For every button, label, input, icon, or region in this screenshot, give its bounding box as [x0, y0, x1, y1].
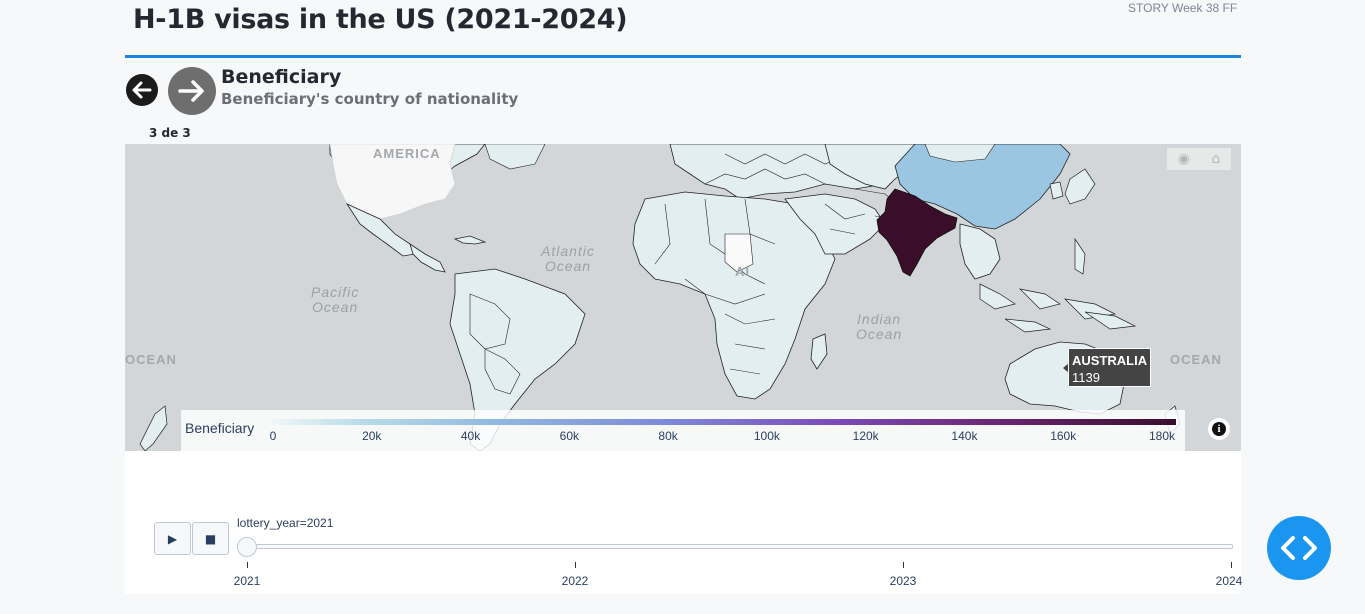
- country-japan: [1064, 168, 1096, 205]
- camera-icon[interactable]: ◉: [1178, 151, 1190, 167]
- map-modebar: ◉ ⌂: [1167, 148, 1231, 170]
- colorbar-tick: 20k: [362, 429, 382, 443]
- map-label-ocean-left: OCEAN: [125, 352, 177, 367]
- app-page: H-1B visas in the US (2021-2024) STORY W…: [0, 0, 1365, 614]
- colorbar-tick: 120k: [852, 429, 879, 443]
- colorbar-tick: 60k: [559, 429, 580, 443]
- caribbean: [453, 235, 487, 245]
- atlantic-line1: Atlantic: [541, 243, 595, 259]
- map-label-pacific: Pacific Ocean: [311, 285, 359, 315]
- map-label-africa-partial: AI: [735, 264, 750, 279]
- world-map-svg[interactable]: [125, 144, 1241, 451]
- title-divider: [125, 55, 1241, 58]
- slider-step-tick: [247, 562, 248, 568]
- slider-step-label[interactable]: 2023: [890, 574, 917, 588]
- tooltip-value: 1139: [1072, 370, 1100, 385]
- map-label-atlantic: Atlantic Ocean: [541, 244, 595, 274]
- map-label-america: AMERICA: [373, 146, 441, 161]
- home-icon[interactable]: ⌂: [1211, 151, 1220, 167]
- slider-rail[interactable]: [247, 544, 1233, 549]
- story-tag: STORY Week 38 FF: [1128, 1, 1238, 15]
- colorbar-tick: 140k: [951, 429, 978, 443]
- stop-icon: ■: [204, 531, 217, 546]
- hover-tooltip: AUSTRALIA 1139: [1068, 348, 1151, 387]
- slider-current-value: lottery_year=2021: [237, 516, 334, 530]
- arrow-left-icon: [132, 81, 152, 99]
- colorbar-tick: 160k: [1050, 429, 1077, 443]
- country-madagascar: [810, 333, 828, 370]
- tooltip-country: AUSTRALIA: [1072, 353, 1148, 368]
- colorbar-gradient: [272, 419, 1176, 425]
- pacific-line1: Pacific: [311, 284, 360, 300]
- slider-step-label[interactable]: 2022: [562, 574, 589, 588]
- slider-step-tick: [575, 562, 576, 568]
- play-button[interactable]: ▶: [154, 522, 191, 555]
- info-icon[interactable]: i: [1208, 418, 1230, 440]
- pacific-line2: Ocean: [311, 299, 359, 315]
- colorbar-title: Beneficiary: [185, 420, 255, 436]
- slider-step-tick: [1231, 562, 1232, 568]
- slider-step-tick: [903, 562, 904, 568]
- colorbar-panel: [181, 410, 1185, 451]
- play-icon: ▶: [167, 531, 178, 546]
- map-label-ocean-right: OCEAN: [1170, 352, 1222, 367]
- atlantic-line2: Ocean: [544, 258, 592, 274]
- code-toggle-button[interactable]: [1267, 516, 1331, 580]
- slider-handle[interactable]: [237, 537, 257, 557]
- colorbar-tick: 0: [269, 429, 277, 443]
- slider-step-label[interactable]: 2021: [234, 574, 261, 588]
- code-icon: [1281, 536, 1317, 560]
- country-central-america: [409, 243, 446, 273]
- region-southeast-asia: [959, 223, 1001, 280]
- section-title: Beneficiary: [221, 66, 342, 88]
- section-subtitle: Beneficiary's country of nationality: [221, 90, 519, 108]
- country-korea: [1049, 181, 1064, 200]
- next-slide-button[interactable]: [168, 67, 216, 115]
- map-label-indian: Indian Ocean: [856, 312, 902, 342]
- page-title: H-1B visas in the US (2021-2024): [133, 4, 628, 35]
- colorbar-tick: 180k: [1148, 429, 1176, 443]
- colorbar-tick: 40k: [460, 429, 481, 443]
- slide-pager: 3 de 3: [149, 126, 191, 140]
- choropleth-map[interactable]: AMERICA Atlantic Ocean Pacific Ocean Ind…: [125, 144, 1241, 451]
- stop-button[interactable]: ■: [192, 522, 229, 555]
- indian-line2: Ocean: [856, 326, 903, 342]
- arrow-right-icon: [178, 80, 204, 102]
- previous-slide-button[interactable]: [126, 74, 158, 106]
- colorbar-tick: 80k: [658, 429, 678, 443]
- indian-line1: Indian: [857, 311, 902, 327]
- slider-step-label[interactable]: 2024: [1216, 574, 1243, 588]
- colorbar-tick: 100k: [753, 429, 780, 443]
